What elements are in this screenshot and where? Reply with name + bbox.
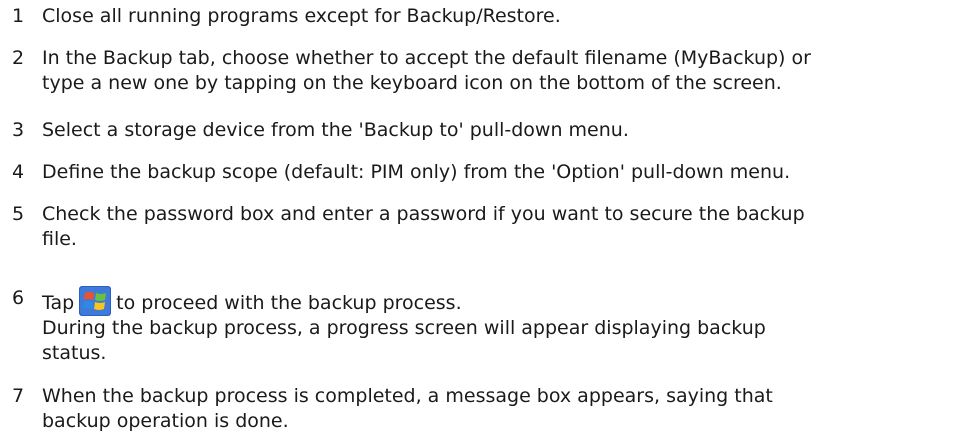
step-number: 7 (12, 385, 25, 407)
step-line: type a new one by tapping on the keyboar… (42, 72, 782, 94)
step-line: In the Backup tab, choose whether to acc… (42, 47, 811, 69)
step-text: In the Backup tab, choose whether to acc… (42, 46, 954, 96)
step-line: status. (42, 342, 107, 364)
instruction-steps: 1 Close all running programs except for … (0, 0, 962, 438)
windows-start-icon (79, 286, 112, 316)
step-text-pre: Tap (42, 292, 75, 314)
step-text-post: to proceed with the backup process. (116, 292, 462, 314)
step-text: Close all running programs except for Ba… (42, 4, 954, 29)
step-number: 2 (12, 47, 25, 69)
step-line: file. (42, 228, 77, 250)
step-number: 5 (12, 203, 25, 225)
step-line: Define the backup scope (default: PIM on… (42, 161, 791, 183)
step-text: Tap to proceed with the backup process. D… (42, 286, 954, 366)
step-line: During the backup process, a progress sc… (42, 317, 766, 339)
step-text: Check the password box and enter a passw… (42, 202, 954, 252)
step-number: 6 (12, 287, 25, 309)
step-text: Select a storage device from the 'Backup… (42, 118, 954, 143)
step-number: 1 (12, 5, 25, 27)
step-number: 3 (12, 119, 25, 141)
step-text: Define the backup scope (default: PIM on… (42, 160, 954, 185)
step-line: Close all running programs except for Ba… (42, 5, 561, 27)
step-line: backup operation is done. (42, 410, 289, 432)
step-line: When the backup process is completed, a … (42, 385, 773, 407)
step-line: Check the password box and enter a passw… (42, 203, 805, 225)
step-text: When the backup process is completed, a … (42, 384, 954, 434)
step-line: Select a storage device from the 'Backup… (42, 119, 629, 141)
step-line: Tap to proceed with the backup process. (42, 286, 954, 316)
step-number: 4 (12, 161, 25, 183)
